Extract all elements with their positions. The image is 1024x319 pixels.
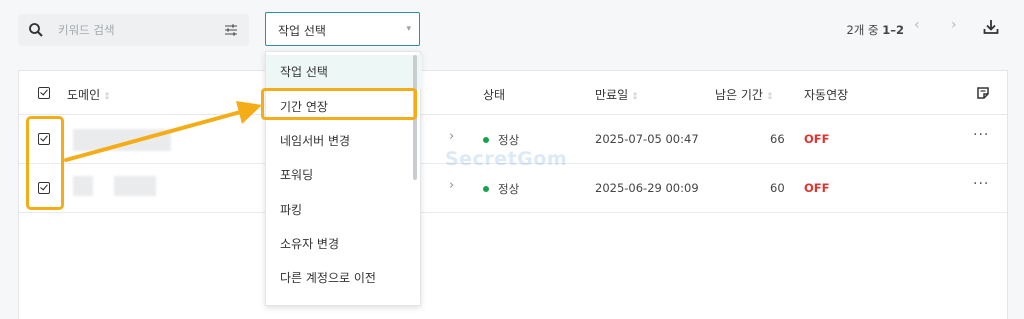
auto-renew-status[interactable]: OFF — [804, 132, 830, 146]
column-status: 상태 — [483, 88, 506, 102]
job-select-value: 작업 선택 — [278, 24, 326, 38]
status-badge: 정상 — [483, 181, 519, 197]
pagination-prefix: 2개 중 — [846, 23, 883, 37]
menu-item-forwarding[interactable]: 포워딩 — [266, 158, 422, 192]
redacted-domain — [73, 176, 93, 196]
chevron-right-icon[interactable]: › — [449, 178, 454, 193]
expiry-date: 2025-06-29 00:09 — [595, 181, 699, 195]
table-row[interactable]: › 정상 2025-06-29 00:09 60 OFF ··· — [19, 164, 1007, 213]
more-options-button[interactable]: ··· — [973, 176, 989, 192]
status-badge: 정상 — [483, 132, 519, 148]
column-remaining[interactable]: 남은 기간 ⇕ — [715, 86, 774, 103]
column-settings-icon[interactable] — [976, 86, 990, 100]
menu-item-change-owner[interactable]: 소유자 변경 — [266, 227, 422, 261]
column-auto-renew: 자동연장 — [804, 88, 849, 102]
prev-page-button[interactable]: ‹ — [914, 17, 920, 33]
more-options-button[interactable]: ··· — [973, 127, 989, 143]
status-text: 정상 — [498, 182, 520, 196]
search-icon — [29, 23, 43, 37]
highlight-box-checkboxes — [26, 116, 64, 210]
pagination-range: 1–2 — [882, 23, 904, 37]
next-page-button[interactable]: › — [951, 17, 957, 33]
job-select-dropdown[interactable]: 작업 선택 ▾ — [265, 12, 420, 46]
column-domain[interactable]: 도메인 ⇕ — [67, 86, 111, 103]
sort-icon: ⇕ — [103, 92, 111, 102]
download-icon[interactable] — [982, 18, 1000, 36]
search-input[interactable] — [58, 20, 208, 40]
remaining-days: 60 — [770, 181, 785, 195]
table-header: 도메인 ⇕ 상태 만료일 ⇕ 남은 기간 ⇕ 자동연장 — [19, 71, 1007, 115]
column-expiry-label: 만료일 — [595, 88, 629, 102]
menu-item-change-nameserver[interactable]: 네임서버 변경 — [266, 124, 422, 158]
watermark: SecretGom — [445, 148, 568, 170]
redacted-domain — [114, 176, 156, 196]
select-all-checkbox[interactable] — [38, 87, 50, 99]
status-text: 정상 — [498, 133, 520, 147]
redacted-domain — [73, 129, 171, 151]
sort-icon: ⇕ — [765, 92, 774, 102]
status-dot-icon — [483, 137, 489, 143]
highlight-box-extend — [261, 88, 417, 120]
pagination-info: 2개 중 1–2 — [846, 22, 904, 38]
search-box[interactable] — [18, 14, 249, 46]
auto-renew-status[interactable]: OFF — [804, 181, 830, 195]
domain-table: 도메인 ⇕ 상태 만료일 ⇕ 남은 기간 ⇕ 자동연장 › 정상 2025-07-05… — [18, 70, 1008, 319]
chevron-down-icon: ▾ — [406, 24, 411, 34]
sliders-icon[interactable] — [223, 22, 239, 38]
expiry-date: 2025-07-05 00:47 — [595, 132, 699, 146]
menu-item-transfer-account[interactable]: 다른 계정으로 이전 — [266, 261, 422, 295]
column-expiry[interactable]: 만료일 ⇕ — [595, 86, 639, 103]
column-remaining-label: 남은 기간 — [715, 88, 763, 102]
menu-item-select-job[interactable]: 작업 선택 — [266, 55, 422, 89]
chevron-right-icon[interactable]: › — [449, 129, 454, 144]
sort-icon: ⇕ — [631, 92, 639, 102]
column-domain-label: 도메인 — [67, 88, 101, 102]
remaining-days: 66 — [770, 132, 785, 146]
menu-item-parking[interactable]: 파킹 — [266, 193, 422, 227]
status-dot-icon — [483, 186, 489, 192]
